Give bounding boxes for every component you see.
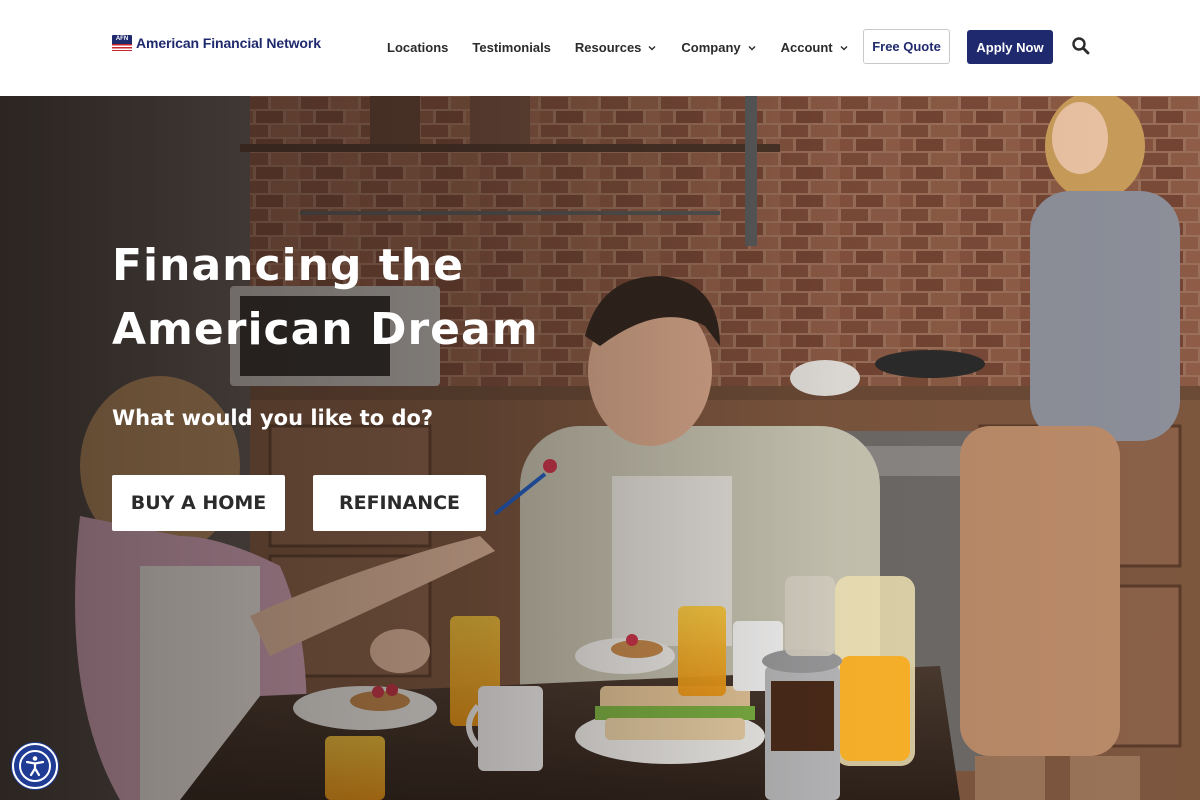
- logo-flag-icon: AFN: [112, 35, 132, 51]
- chevron-down-icon: [839, 43, 849, 53]
- hero-subtitle: What would you like to do?: [112, 406, 434, 430]
- hero-title-line1: Financing the: [112, 240, 464, 291]
- nav-locations[interactable]: Locations: [387, 40, 448, 55]
- hero-banner: Financing the American Dream What would …: [0, 96, 1200, 800]
- nav-locations-label: Locations: [387, 40, 449, 55]
- site-logo[interactable]: AFN American Financial Network: [112, 35, 321, 51]
- nav-testimonials-label: Testimonials: [472, 40, 551, 55]
- nav-account-label: Account: [780, 40, 833, 55]
- nav-account[interactable]: Account: [781, 40, 849, 55]
- search-icon[interactable]: [1071, 36, 1091, 56]
- hero-overlay: [0, 96, 1200, 800]
- nav-company[interactable]: Company: [681, 40, 756, 55]
- hero-title: Financing the American Dream: [112, 234, 632, 362]
- free-quote-button[interactable]: Free Quote: [863, 29, 950, 64]
- nav-resources[interactable]: Resources: [575, 40, 657, 55]
- nav-company-label: Company: [681, 40, 741, 55]
- site-header: AFN American Financial Network Locations…: [0, 0, 1200, 96]
- chevron-down-icon: [647, 43, 657, 53]
- nav-resources-label: Resources: [574, 40, 642, 55]
- logo-text: American Financial Network: [136, 35, 321, 51]
- refinance-button[interactable]: REFINANCE: [313, 475, 486, 531]
- apply-now-button[interactable]: Apply Now: [967, 30, 1053, 64]
- logo-abbr: AFN: [115, 36, 129, 42]
- main-nav: Locations Testimonials Resources Company…: [387, 40, 849, 55]
- buy-a-home-button[interactable]: BUY A HOME: [112, 475, 285, 531]
- chevron-down-icon: [747, 43, 757, 53]
- accessibility-icon[interactable]: [12, 743, 58, 789]
- hero-title-line2: American Dream: [112, 304, 539, 355]
- nav-testimonials[interactable]: Testimonials: [472, 40, 551, 55]
